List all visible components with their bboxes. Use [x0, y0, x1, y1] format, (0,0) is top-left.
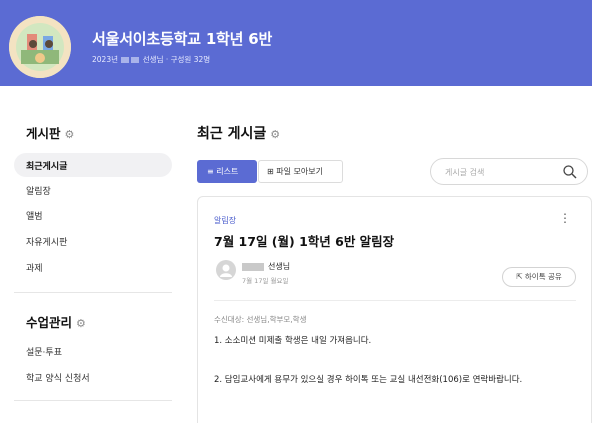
sidebar-item-survey-vote[interactable]: 설문·투표	[26, 345, 62, 358]
search-placeholder: 게시글 검색	[445, 168, 485, 177]
gear-icon[interactable]: ⚙	[65, 128, 75, 141]
list-view-label: 리스트	[216, 167, 239, 176]
share-label: 하이톡 공유	[524, 272, 562, 281]
post-search-input[interactable]: 게시글 검색	[430, 158, 588, 185]
file-gallery-label: 파일 모아보기	[276, 167, 323, 176]
post-author-label: 선생님	[268, 262, 291, 271]
sidebar-item-album[interactable]: 앨범	[26, 209, 43, 222]
gear-icon[interactable]: ⚙	[270, 128, 280, 141]
list-view-button[interactable]: ≡ 리스트	[197, 160, 257, 183]
class-header: 서울서이초등학교 1학년 6반 2023년 선생님 · 구성원 32명	[0, 0, 592, 86]
post-recipients: 수신대상: 선생님,학부모,학생	[214, 315, 307, 324]
class-logo-image	[9, 16, 71, 78]
card-divider	[214, 300, 576, 301]
meta-year: 2023년	[92, 55, 118, 64]
sidebar-item-school-forms[interactable]: 학교 양식 신청서	[26, 371, 90, 384]
post-category[interactable]: 알림장	[214, 215, 236, 226]
share-icon: ⇱	[516, 272, 523, 281]
sidebar-divider	[14, 400, 172, 401]
class-management-label: 수업관리	[26, 315, 73, 330]
post-author: 선생님	[242, 261, 290, 272]
post-body-line: 2. 담임교사에게 용무가 있으실 경우 하이톡 또는 교실 내선전화(106)…	[214, 375, 523, 385]
post-card[interactable]: 알림장 ⋮ 7월 17일 (월) 1학년 6반 알림장 선생님 7월 17일 월…	[197, 196, 592, 423]
file-gallery-button[interactable]: ⊞ 파일 모아보기	[258, 160, 343, 183]
post-date: 7월 17일 월요일	[242, 277, 289, 285]
avatar	[216, 260, 236, 280]
gear-icon[interactable]: ⚙	[76, 317, 86, 330]
share-button[interactable]: ⇱ 하이톡 공유	[502, 267, 576, 287]
class-meta: 2023년 선생님 · 구성원 32명	[92, 54, 210, 65]
post-title[interactable]: 7월 17일 (월) 1학년 6반 알림장	[214, 231, 394, 250]
redacted-name	[131, 57, 140, 63]
sidebar-divider	[14, 292, 172, 293]
sidebar-item-recent-posts[interactable]: 최근게시글	[26, 159, 67, 172]
sidebar-item-notices[interactable]: 알림장	[26, 184, 51, 197]
redacted-name	[121, 57, 130, 63]
search-icon[interactable]	[562, 164, 578, 180]
page-title: 최근 게시글 ⚙	[197, 123, 280, 143]
grid-icon: ⊞	[267, 167, 274, 176]
board-heading-label: 게시판	[26, 126, 61, 141]
page-title-label: 최근 게시글	[197, 126, 267, 142]
class-title: 서울서이초등학교 1학년 6반	[92, 30, 273, 48]
post-body-line: 1. 소소미션 미제출 학생은 내일 가져옵니다.	[214, 336, 372, 346]
list-icon: ≡	[207, 167, 214, 176]
sidebar-item-free-board[interactable]: 자유게시판	[26, 235, 67, 248]
sidebar-item-assignments[interactable]: 과제	[26, 261, 43, 274]
board-heading: 게시판 ⚙	[26, 123, 74, 142]
redacted-name	[242, 262, 264, 271]
more-options-icon[interactable]: ⋮	[559, 211, 571, 225]
meta-details: 선생님 · 구성원 32명	[142, 55, 211, 64]
class-management-heading: 수업관리 ⚙	[26, 312, 86, 331]
